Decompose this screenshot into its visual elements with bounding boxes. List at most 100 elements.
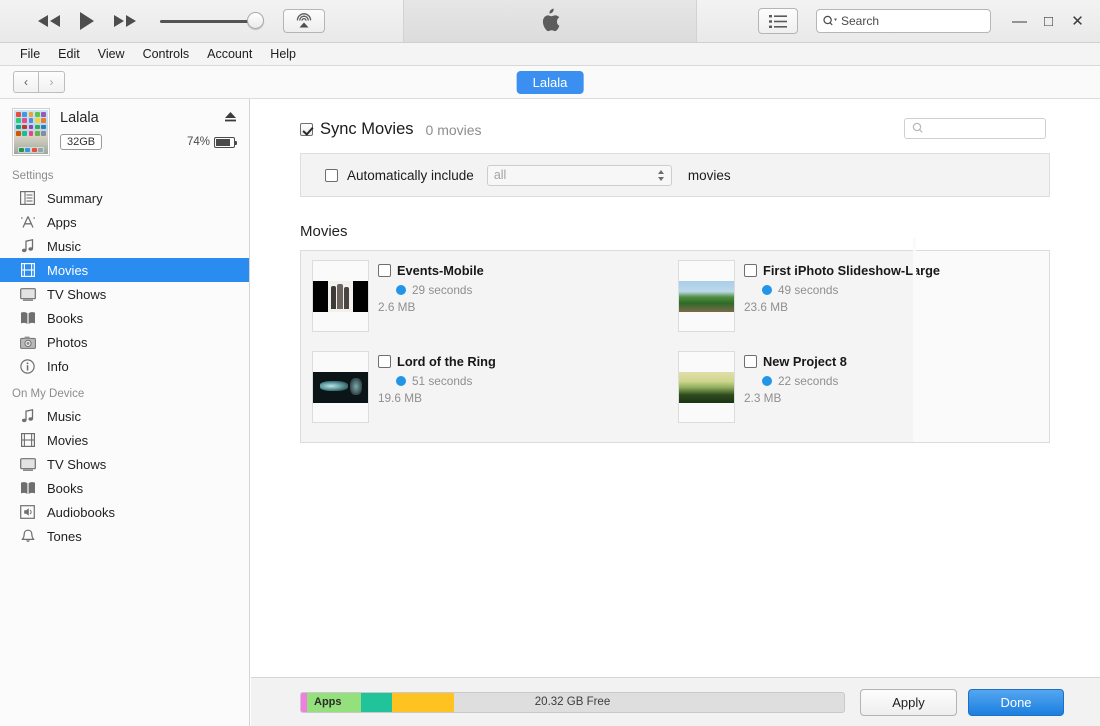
- auto-include-select[interactable]: all: [486, 164, 672, 186]
- back-button[interactable]: ‹: [13, 71, 39, 93]
- sidebar-item-label: TV Shows: [47, 286, 107, 302]
- movies-search-input[interactable]: [904, 118, 1046, 139]
- sidebar-item-label: Info: [47, 358, 69, 374]
- sidebar-item-tv-shows[interactable]: TV Shows: [0, 282, 249, 306]
- search-input[interactable]: Search: [816, 9, 991, 33]
- film-icon: [19, 432, 36, 449]
- sidebar-device-item-audiobooks[interactable]: Audiobooks: [0, 500, 249, 524]
- sidebar-device-item-books[interactable]: Books: [0, 476, 249, 500]
- movie-checkbox[interactable]: [744, 355, 757, 368]
- summary-icon: [19, 190, 36, 207]
- apple-logo: [542, 8, 560, 32]
- automatically-include-suffix: movies: [687, 167, 731, 183]
- movie-thumbnail: [312, 351, 369, 423]
- bottom-bar: Apps 20.32 GB Free Apply Done: [251, 677, 1100, 726]
- menu-edit[interactable]: Edit: [49, 43, 89, 65]
- unwatched-dot-icon: [762, 376, 772, 386]
- movie-duration: 22 seconds: [778, 374, 839, 388]
- rewind-icon[interactable]: [30, 6, 68, 36]
- minimize-button[interactable]: —: [1005, 9, 1034, 33]
- sidebar-item-music[interactable]: Music: [0, 234, 249, 258]
- maximize-button[interactable]: □: [1034, 9, 1063, 33]
- airplay-icon[interactable]: [283, 9, 325, 33]
- main-content: Sync Movies 0 movies Automatically inclu…: [251, 99, 1100, 726]
- sidebar-item-label: TV Shows: [47, 456, 107, 472]
- movie-duration: 49 seconds: [778, 283, 839, 297]
- unwatched-dot-icon: [762, 285, 772, 295]
- sidebar-device-item-music[interactable]: Music: [0, 404, 249, 428]
- close-button[interactable]: ✕: [1063, 9, 1092, 33]
- done-button[interactable]: Done: [968, 688, 1064, 716]
- sidebar-item-info[interactable]: Info: [0, 354, 249, 378]
- eject-icon[interactable]: [224, 111, 237, 125]
- bell-icon: [19, 528, 36, 545]
- movie-title: New Project 8: [763, 354, 847, 369]
- sidebar-item-movies[interactable]: Movies: [0, 258, 249, 282]
- automatically-include-checkbox[interactable]: [325, 168, 338, 182]
- movie-title: Lord of the Ring: [397, 354, 496, 369]
- list-view-icon[interactable]: [758, 8, 798, 34]
- movie-size: 23.6 MB: [744, 300, 788, 314]
- sidebar-device-header: On My Device: [12, 388, 85, 400]
- movies-title-clip-mask: [913, 238, 916, 424]
- menu-file[interactable]: File: [11, 43, 49, 65]
- device-thumbnail: [12, 108, 50, 156]
- menu-view[interactable]: View: [89, 43, 134, 65]
- menu-controls[interactable]: Controls: [134, 43, 199, 65]
- sidebar-device-item-tones[interactable]: Tones: [0, 524, 249, 548]
- movie-checkbox[interactable]: [378, 264, 391, 277]
- device-meta: Lalala 32GB 74%: [60, 108, 237, 156]
- fast-forward-icon[interactable]: [106, 6, 144, 36]
- movie-item[interactable]: Lord of the Ring 51 seconds 19.6 MB: [301, 342, 667, 433]
- auto-include-select-value: all: [493, 168, 507, 182]
- info-icon: [19, 358, 36, 375]
- capacity-free-label: 20.32 GB Free: [534, 695, 611, 708]
- battery-percent: 74%: [186, 136, 210, 148]
- sync-movies-checkbox[interactable]: [300, 123, 313, 136]
- book-icon: [19, 310, 36, 327]
- movie-checkbox[interactable]: [378, 355, 391, 368]
- sidebar-item-summary[interactable]: Summary: [0, 186, 249, 210]
- forward-button[interactable]: ›: [39, 71, 65, 93]
- player-toolbar: Search — □ ✕: [0, 0, 1100, 43]
- volume-slider[interactable]: [160, 11, 264, 31]
- sidebar-item-apps[interactable]: Apps: [0, 210, 249, 234]
- volume-slider-track: [160, 19, 260, 23]
- movie-item[interactable]: New Project 8 22 seconds 2.3 MB: [667, 342, 1033, 433]
- device-name: Lalala: [60, 110, 99, 126]
- movie-thumbnail: [312, 260, 369, 332]
- movies-grid-panel: Events-Mobile 29 seconds 2.6 MB First iP…: [300, 250, 1050, 443]
- transport-controls: [0, 6, 325, 36]
- sidebar-device-item-tv-shows[interactable]: TV Shows: [0, 452, 249, 476]
- sidebar-item-photos[interactable]: Photos: [0, 330, 249, 354]
- sidebar-item-label: Photos: [47, 334, 88, 350]
- music-note-icon: [19, 408, 36, 425]
- play-icon[interactable]: [68, 6, 106, 36]
- book-icon: [19, 480, 36, 497]
- movie-size: 19.6 MB: [378, 391, 422, 405]
- movie-item[interactable]: First iPhoto Slideshow-Large 49 seconds …: [667, 251, 1033, 342]
- movie-item[interactable]: Events-Mobile 29 seconds 2.6 MB: [301, 251, 667, 342]
- sidebar-item-label: Summary: [47, 190, 103, 206]
- volume-slider-knob[interactable]: [247, 12, 264, 29]
- window-controls: — □ ✕: [1005, 9, 1092, 33]
- sync-movies-row: Sync Movies 0 movies: [251, 99, 1100, 139]
- sync-movies-count: 0 movies: [425, 121, 482, 138]
- movie-size: 2.6 MB: [378, 300, 416, 314]
- movie-checkbox[interactable]: [744, 264, 757, 277]
- sidebar-item-label: Books: [47, 310, 84, 326]
- audiobook-icon: [19, 504, 36, 521]
- movie-duration: 51 seconds: [412, 374, 473, 388]
- movie-thumbnail: [678, 260, 735, 332]
- sidebar-item-books[interactable]: Books: [0, 306, 249, 330]
- camera-icon: [19, 334, 36, 351]
- device-header: Lalala 32GB 74%: [0, 99, 249, 160]
- movie-info: Events-Mobile 29 seconds 2.6 MB: [378, 260, 484, 342]
- sidebar-device-item-movies[interactable]: Movies: [0, 428, 249, 452]
- menu-account[interactable]: Account: [198, 43, 261, 65]
- menu-help[interactable]: Help: [261, 43, 305, 65]
- movie-duration: 29 seconds: [412, 283, 473, 297]
- apply-button[interactable]: Apply: [860, 688, 957, 716]
- device-tab[interactable]: Lalala: [516, 71, 584, 94]
- apps-icon: [19, 214, 36, 231]
